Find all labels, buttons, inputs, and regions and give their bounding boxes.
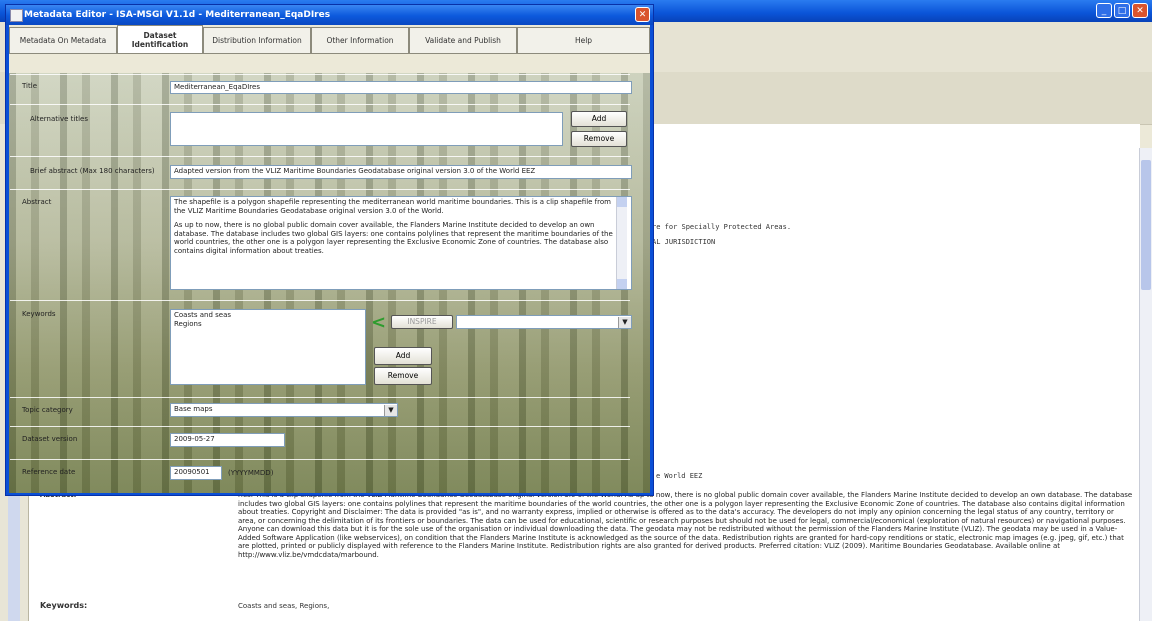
app-icon bbox=[10, 9, 23, 22]
keyword-select[interactable]: ▼ bbox=[456, 315, 632, 329]
dataset-version-input[interactable]: 2009-05-27 bbox=[170, 433, 285, 447]
reference-date-label: Reference date bbox=[22, 468, 76, 476]
remove-keyword-button[interactable]: Remove bbox=[374, 367, 432, 385]
chevron-down-icon[interactable]: ▼ bbox=[618, 317, 631, 328]
maximize-icon[interactable]: □ bbox=[1114, 3, 1130, 18]
title-label: Title bbox=[22, 82, 38, 90]
left-scrollbar[interactable] bbox=[8, 480, 20, 621]
alternative-titles-list[interactable] bbox=[170, 112, 563, 146]
close-icon[interactable]: ✕ bbox=[1132, 3, 1148, 18]
tab-distribution-information[interactable]: Distribution Information bbox=[203, 27, 311, 53]
row-divider bbox=[10, 300, 630, 301]
tab-validate-and-publish[interactable]: Validate and Publish bbox=[409, 27, 517, 53]
dataset-version-label: Dataset version bbox=[22, 435, 78, 443]
keywords-label: Keywords bbox=[22, 310, 56, 318]
abstract-textarea[interactable]: The shapefile is a polygon shapefile rep… bbox=[170, 196, 632, 290]
keywords-list[interactable]: Coasts and seas Regions bbox=[170, 309, 366, 385]
row-divider bbox=[10, 459, 630, 460]
chevron-left-icon[interactable]: < bbox=[371, 313, 386, 333]
tab-metadata-on-metadata[interactable]: Metadata On Metadata bbox=[9, 27, 117, 53]
chevron-down-icon[interactable]: ▼ bbox=[384, 405, 397, 416]
tab-bar: Metadata On Metadata Dataset Identificat… bbox=[9, 25, 650, 53]
tab-other-information[interactable]: Other Information bbox=[311, 27, 409, 53]
reference-date-format-hint: (YYYYMMDD) bbox=[228, 469, 274, 477]
document-line: re for Specially Protected Areas. bbox=[652, 223, 792, 231]
minimize-icon[interactable]: _ bbox=[1096, 3, 1112, 18]
abstract-text: ries. This is a clip shapefile from the … bbox=[238, 491, 1133, 559]
brief-abstract-label: Brief abstract (Max 180 characters) bbox=[30, 167, 155, 175]
brief-abstract-input[interactable]: Adapted version from the VLIZ Maritime B… bbox=[170, 165, 632, 179]
scroll-up-icon[interactable] bbox=[617, 197, 627, 207]
document-line: e World EEZ bbox=[656, 472, 703, 480]
topic-category-label: Topic category bbox=[22, 406, 73, 414]
row-divider bbox=[10, 426, 630, 427]
abstract-paragraph: The shapefile is a polygon shapefile rep… bbox=[174, 198, 611, 215]
abstract-scrollbar[interactable] bbox=[616, 197, 627, 289]
keyword-item[interactable]: Regions bbox=[174, 320, 362, 329]
add-keyword-button[interactable]: Add bbox=[374, 347, 432, 365]
row-divider bbox=[10, 104, 630, 105]
title-input[interactable]: Mediterranean_EqaDIres bbox=[170, 81, 632, 94]
keywords-value: Coasts and seas, Regions, bbox=[238, 602, 330, 610]
reference-date-input[interactable]: 20090501 bbox=[170, 466, 222, 480]
topic-category-select[interactable]: Base maps ▼ bbox=[170, 403, 398, 417]
dialog-title: Metadata Editor - ISA-MSGI V1.1d - Medit… bbox=[24, 10, 331, 20]
add-alternative-title-button[interactable]: Add bbox=[571, 111, 627, 127]
keywords-heading: Keywords: bbox=[40, 601, 88, 610]
row-divider bbox=[10, 189, 630, 190]
keyword-item[interactable]: Coasts and seas bbox=[174, 311, 362, 320]
tab-dataset-identification[interactable]: Dataset Identification bbox=[117, 25, 203, 53]
window-controls: _ □ ✕ bbox=[1096, 3, 1148, 18]
dialog-titlebar[interactable]: Metadata Editor - ISA-MSGI V1.1d - Medit… bbox=[6, 5, 653, 25]
topic-category-value: Base maps bbox=[174, 405, 213, 413]
inspire-keyword-button[interactable]: INSPIRE bbox=[391, 315, 453, 329]
scrollbar-thumb[interactable] bbox=[1141, 160, 1151, 290]
row-divider bbox=[10, 397, 630, 398]
tab-help[interactable]: Help bbox=[517, 27, 650, 53]
scroll-down-icon[interactable] bbox=[617, 279, 627, 289]
tab-subheader bbox=[9, 53, 650, 74]
document-line: AL JURISDICTION bbox=[652, 238, 716, 246]
abstract-paragraph: As up to now, there is no global public … bbox=[174, 221, 613, 255]
abstract-label: Abstract bbox=[22, 198, 52, 206]
remove-alternative-title-button[interactable]: Remove bbox=[571, 131, 627, 147]
close-icon[interactable]: ✕ bbox=[635, 7, 650, 22]
alternative-titles-label: Alternative titles bbox=[30, 115, 88, 123]
row-divider bbox=[10, 74, 630, 75]
row-divider bbox=[10, 156, 630, 157]
